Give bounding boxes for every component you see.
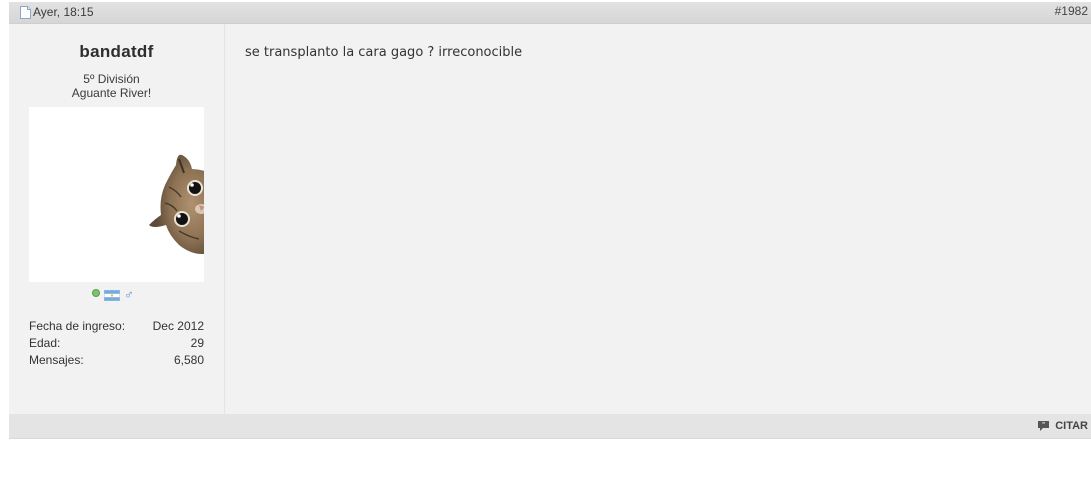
online-icon: [92, 288, 100, 297]
post-body: bandatdf 5º División Aguante River! ♂ Fe…: [9, 24, 1091, 414]
quote-button[interactable]: " CITAR: [1037, 420, 1088, 432]
forum-post: Ayer, 18:15 #1982 bandatdf 5º División A…: [9, 2, 1091, 439]
avatar[interactable]: [29, 107, 204, 282]
user-info-panel: bandatdf 5º División Aguante River! ♂ Fe…: [9, 24, 225, 414]
stat-age: Edad: 29: [29, 335, 204, 352]
stat-join-date: Fecha de ingreso: Dec 2012: [29, 318, 204, 335]
argentina-flag-icon: [104, 290, 120, 301]
stat-label: Edad:: [29, 336, 61, 350]
user-stats: Fecha de ingreso: Dec 2012 Edad: 29 Mens…: [29, 318, 204, 369]
post-date-wrap: Ayer, 18:15: [20, 5, 94, 19]
user-custom-title: Aguante River!: [71, 86, 152, 100]
stat-posts: Mensajes: 6,580: [29, 352, 204, 369]
stat-label: Fecha de ingreso:: [29, 319, 126, 333]
username-link[interactable]: bandatdf: [9, 42, 224, 62]
post-footer: " CITAR: [9, 414, 1091, 439]
cat-peeking-avatar-icon: [149, 154, 204, 254]
post-header: Ayer, 18:15 #1982: [9, 2, 1091, 24]
stat-value: 6,580: [173, 353, 204, 367]
post-message: se transplanto la cara gago ? irreconoci…: [245, 45, 523, 60]
svg-text:": ": [1042, 423, 1045, 429]
speech-bubble-icon: ": [1038, 421, 1050, 431]
document-icon: [20, 5, 31, 19]
user-title: 5º División Aguante River!: [9, 72, 214, 100]
male-icon: ♂: [124, 286, 134, 302]
stat-label: Mensajes:: [29, 353, 84, 367]
stat-value: Dec 2012: [152, 319, 204, 333]
user-status-icons: ♂: [92, 286, 134, 302]
user-rank: 5º División: [83, 72, 140, 86]
quote-label: CITAR: [1055, 420, 1088, 432]
stat-value: 29: [190, 336, 204, 350]
post-number-link[interactable]: #1982: [1055, 4, 1088, 18]
post-date: Ayer, 18:15: [33, 5, 94, 19]
